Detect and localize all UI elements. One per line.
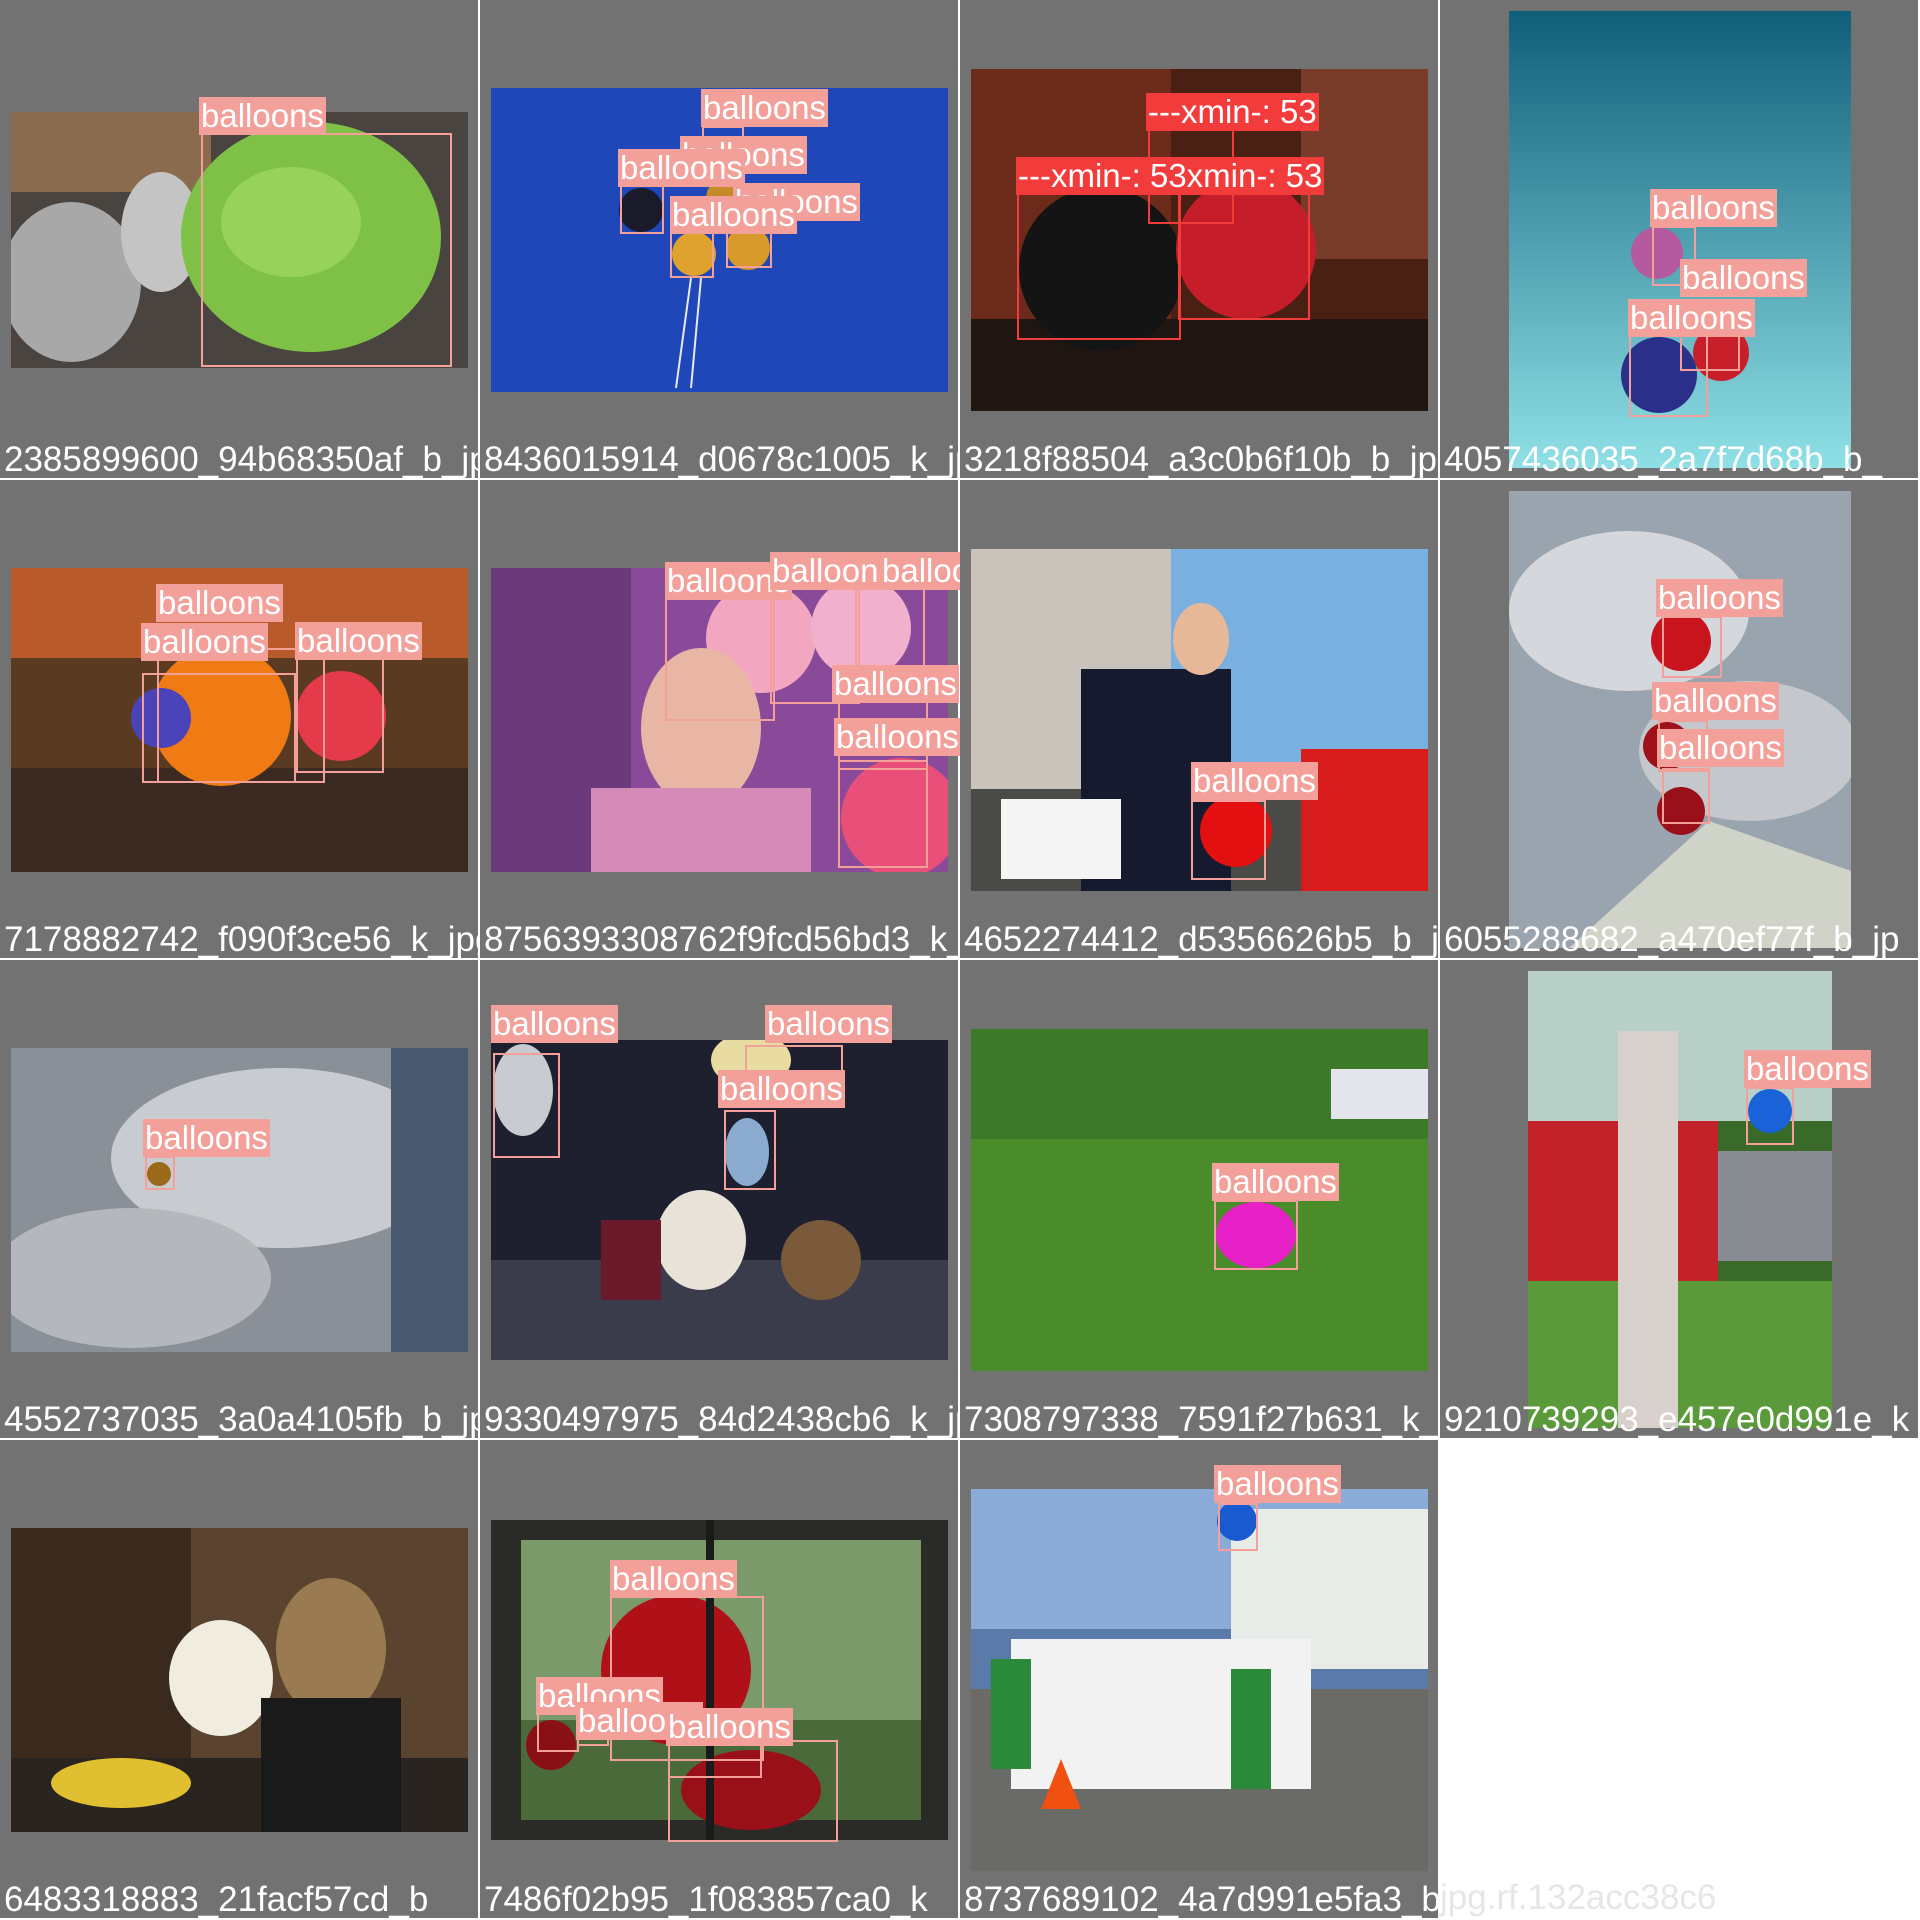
grid-cell-13: 6483318883_21facf57cd_b xyxy=(0,1440,480,1920)
image-filename: 4652274412_d5356626b5_b_jpg... xyxy=(964,920,1508,959)
image-filename: 7178882742_f090f3ce56_k_jpg.rf... xyxy=(4,920,555,959)
bbox xyxy=(668,1740,838,1842)
image-filename: 8756393308762f9fcd56bd3_k_jpg... xyxy=(484,920,1043,959)
bbox xyxy=(1191,800,1266,880)
photo-street-group-balloon xyxy=(971,1489,1428,1871)
bbox xyxy=(1662,616,1722,678)
bbox xyxy=(724,1110,776,1190)
grid-cell-12: balloons 9210739293_e457e0d991e_k xyxy=(1440,960,1920,1440)
bbox-label: balloons xyxy=(1656,579,1783,617)
bbox-label: balloons xyxy=(770,552,897,590)
photo-park-pink-balloon xyxy=(971,1029,1428,1371)
bbox-label: balloons xyxy=(295,622,422,660)
image-filename: 4057436035_2a7f7d68b_b_ xyxy=(1444,440,1882,479)
photo-stilt-walker-balloon xyxy=(1528,971,1832,1428)
photo-cloudy-sky-balloon xyxy=(11,1048,468,1352)
bbox-label: balloons xyxy=(1650,189,1777,227)
bbox xyxy=(201,133,452,367)
bbox xyxy=(1662,768,1710,824)
bbox-label: balloons xyxy=(832,665,959,703)
bbox xyxy=(296,652,384,773)
bbox-label: balloons xyxy=(618,149,745,187)
bbox xyxy=(620,185,664,234)
grid-cell-3: ---xmin-: 53 ---xmin-: 53xmin-: 53 3218f… xyxy=(960,0,1486,480)
grid-cell-14: balloons balloons balloons balloons 7486… xyxy=(480,1440,960,1920)
bbox-label: balloons xyxy=(1212,1163,1339,1201)
image-filename: 7308797338_7591f27b631_k_jpg... xyxy=(964,1400,1515,1439)
grid-cell-8: balloons balloons balloons 6055288682_a4… xyxy=(1440,480,1920,960)
bbox-label: balloons xyxy=(834,718,961,756)
image-filename: 8737689102_4a7d991e5fa3_b xyxy=(964,1880,1441,1919)
bbox-label: balloons xyxy=(143,1119,270,1157)
coord-label: ---xmin-: 53xmin-: 53 xyxy=(1016,157,1325,195)
grid-cell-11: balloons 7308797338_7591f27b631_k_jpg... xyxy=(960,960,1515,1440)
bbox-label: balloons xyxy=(1214,1465,1341,1503)
bbox-label: balloons xyxy=(1652,682,1779,720)
image-filename: 6055288682_a470ef77f_b_jp xyxy=(1444,920,1900,959)
bbox-label: balloons xyxy=(1744,1050,1871,1088)
grid-cell-10: balloons balloons balloons 9330497975_84… xyxy=(480,960,1023,1440)
coord-label: ---xmin-: 53 xyxy=(1146,93,1319,131)
image-filename: 3218f88504_a3c0b6f10b_b_jpg... xyxy=(964,440,1486,479)
grid-cell-9: balloons 4552737035_3a0a4105fb_b_jpg.rf.… xyxy=(0,960,568,1440)
bbox-label: balloons xyxy=(1657,729,1784,767)
bbox xyxy=(142,673,296,783)
image-filename: 9210739293_e457e0d991e_k xyxy=(1444,1400,1910,1439)
grid-cell-5: balloons balloons balloons 7178882742_f0… xyxy=(0,480,555,960)
grid-cell-6: balloons balloons balloons balloons ball… xyxy=(480,480,1043,960)
bbox-label: balloons xyxy=(666,1708,793,1746)
bbox xyxy=(1629,333,1708,417)
bbox xyxy=(145,1156,175,1190)
bbox-label: balloons xyxy=(156,584,283,622)
grid-cell-1: balloons 2385899600_94b68350af_b_jpg.rf.… xyxy=(0,0,761,480)
stray-filename-fragment: jpg.rf.132acc38c6 xyxy=(1440,1878,1717,1917)
bbox-label: balloons xyxy=(701,89,828,127)
bbox xyxy=(665,588,775,721)
photo-boy-white-balloon xyxy=(11,1528,468,1832)
image-filename: 6483318883_21facf57cd_b xyxy=(4,1880,429,1919)
bbox-label: balloons xyxy=(1191,762,1318,800)
bbox xyxy=(1746,1087,1794,1145)
grid-cell-7: balloons 4652274412_d5356626b5_b_jpg... xyxy=(960,480,1507,960)
grid-cell-2: balloons balloons balloons balloons ball… xyxy=(480,0,1103,480)
bbox-label: balloons xyxy=(199,97,326,135)
bbox-label: balloons xyxy=(718,1070,845,1108)
image-filename: 9330497975_84d2438cb6_k_jpg... xyxy=(484,1400,1024,1439)
bbox xyxy=(1218,1503,1258,1551)
bbox-label: balloons xyxy=(670,196,797,234)
bbox xyxy=(1214,1200,1298,1270)
bbox-label: balloons xyxy=(1628,299,1755,337)
bbox-label: balloons xyxy=(141,623,268,661)
bbox-label: balloons xyxy=(765,1005,892,1043)
bbox xyxy=(493,1053,560,1158)
bbox xyxy=(838,760,928,868)
bbox-label: balloons xyxy=(491,1005,618,1043)
grid-cell-4: balloons balloons balloons 4057436035_2a… xyxy=(1440,0,1920,480)
bbox-label: balloons xyxy=(610,1560,737,1598)
image-filename: 7486f02b95_1f083857ca0_k xyxy=(484,1880,928,1919)
bbox-label: balloons xyxy=(1680,259,1807,297)
grid-cell-15: balloons 8737689102_4a7d991e5fa3_b xyxy=(960,1440,1441,1920)
